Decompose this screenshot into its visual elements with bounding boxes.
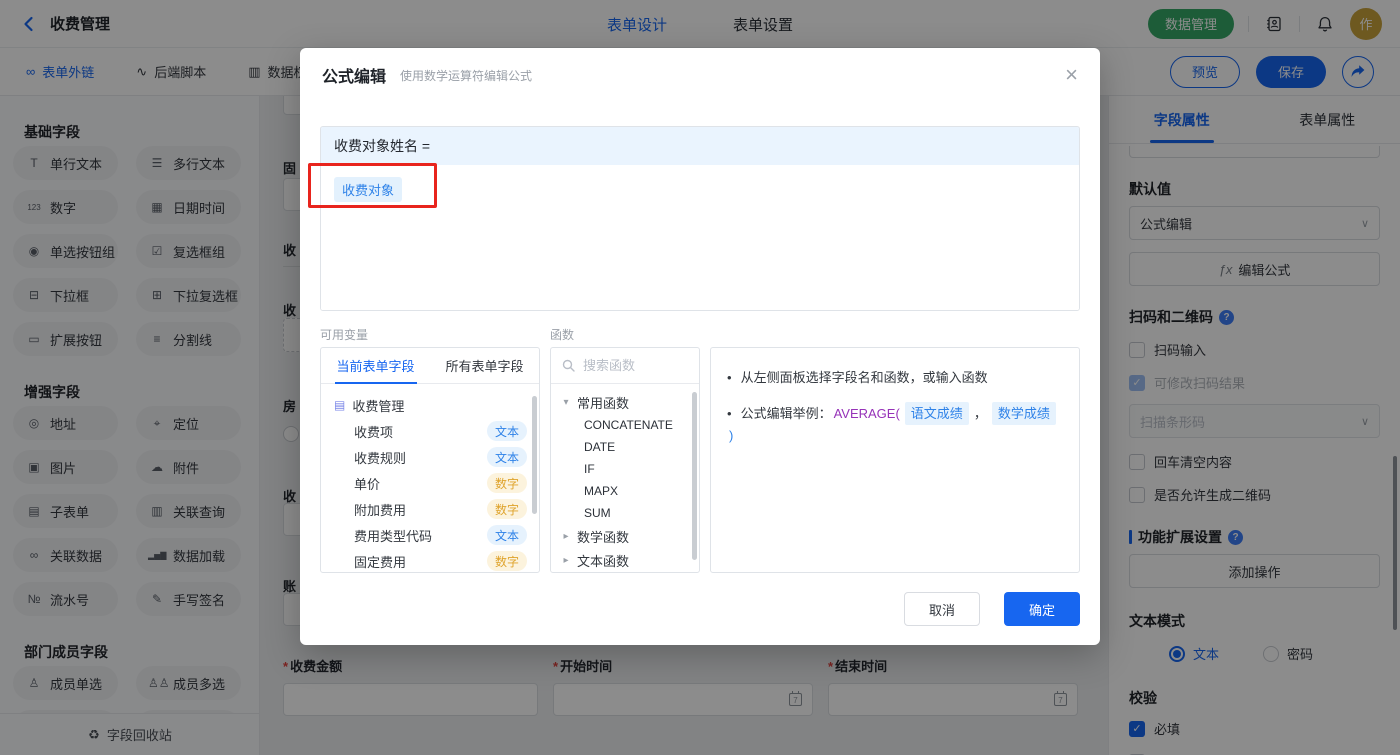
variable-name: 单价 bbox=[354, 476, 381, 492]
modal-subtitle: 使用数学运算符编辑公式 bbox=[400, 68, 533, 83]
cancel-button[interactable]: 取消 bbox=[904, 592, 980, 626]
formula-content-area[interactable]: 收费对象 bbox=[321, 165, 1079, 310]
variable-type-badge: 文本 bbox=[486, 525, 527, 545]
formula-editor-modal: 公式编辑 使用数学运算符编辑公式 × 收费对象姓名 = 收费对象 可用变量 函数… bbox=[300, 48, 1100, 645]
variable-name: 收费项 bbox=[354, 424, 394, 440]
chevron-down-icon: ▾ bbox=[563, 396, 569, 408]
functions-panel: ▾ 常用函数 CONCATENATEDATEIFMAPXSUM ▸ 数学函数 ▸ 文本函数 bbox=[550, 347, 700, 573]
variable-name: 附加费用 bbox=[354, 502, 407, 518]
close-icon[interactable]: × bbox=[1065, 64, 1078, 86]
search-icon bbox=[562, 359, 575, 372]
functions-label: 函数 bbox=[550, 328, 575, 342]
variable-name: 费用类型代码 bbox=[354, 528, 433, 544]
variable-row[interactable]: 附加费用 数字 bbox=[321, 496, 539, 522]
functions-scrollbar-thumb[interactable] bbox=[692, 392, 697, 560]
tab-current-form-fields[interactable]: 当前表单字段 bbox=[321, 348, 430, 383]
function-item[interactable]: DATE bbox=[551, 436, 699, 458]
variable-row[interactable]: 费用类型代码 文本 bbox=[321, 522, 539, 548]
help-close-paren: ) bbox=[729, 428, 734, 443]
chevron-right-icon: ▸ bbox=[563, 554, 569, 566]
formula-field-chip[interactable]: 收费对象 bbox=[334, 177, 403, 202]
tab-all-form-fields[interactable]: 所有表单字段 bbox=[430, 348, 539, 383]
help-comma: ， bbox=[973, 406, 987, 421]
function-item[interactable]: IF bbox=[551, 458, 699, 480]
help-arg-chip: 语文成绩 bbox=[904, 402, 969, 425]
variable-name: 收费规则 bbox=[354, 450, 407, 466]
help-arg-chip: 数学成绩 bbox=[991, 402, 1056, 425]
function-item[interactable]: SUM bbox=[551, 502, 699, 524]
modal-title: 公式编辑 bbox=[322, 69, 387, 86]
formula-help-panel: • 从左侧面板选择字段名和函数，或输入函数 • 公式编辑举例： AVERAGE(… bbox=[710, 347, 1080, 573]
function-group-name: 文本函数 bbox=[577, 553, 630, 569]
help-tip-2-prefix: 公式编辑举例： bbox=[740, 406, 832, 421]
variable-row[interactable]: 固定费用 数字 bbox=[321, 548, 539, 572]
confirm-button[interactable]: 确定 bbox=[1004, 592, 1080, 626]
function-item[interactable]: MAPX bbox=[551, 480, 699, 502]
variable-type-badge: 文本 bbox=[486, 421, 527, 441]
function-item[interactable]: CONCATENATE bbox=[551, 414, 699, 436]
form-tree-node[interactable]: ▤ 收费管理 bbox=[321, 392, 539, 418]
variables-scrollbar-thumb[interactable] bbox=[532, 396, 537, 514]
formula-target-label: 收费对象姓名 = bbox=[321, 127, 1079, 165]
variable-row[interactable]: 收费项 文本 bbox=[321, 418, 539, 444]
variable-type-badge: 文本 bbox=[486, 447, 527, 467]
variable-type-badge: 数字 bbox=[486, 551, 527, 571]
function-search-input[interactable] bbox=[583, 358, 683, 373]
form-name: 收费管理 bbox=[352, 398, 405, 414]
variables-label: 可用变量 bbox=[320, 328, 369, 342]
variable-type-badge: 数字 bbox=[486, 473, 527, 493]
chevron-right-icon: ▸ bbox=[563, 530, 569, 542]
help-tip-1: 从左侧面板选择字段名和函数，或输入函数 bbox=[740, 370, 988, 385]
bullet: • bbox=[727, 370, 732, 385]
function-group[interactable]: ▾ 常用函数 bbox=[551, 390, 699, 414]
help-function-name: AVERAGE( bbox=[833, 406, 900, 421]
form-doc-icon: ▤ bbox=[334, 398, 346, 412]
variable-row[interactable]: 收费规则 文本 bbox=[321, 444, 539, 470]
function-group[interactable]: ▸ 文本函数 bbox=[551, 548, 699, 572]
variable-name: 固定费用 bbox=[354, 554, 407, 570]
function-group-name: 常用函数 bbox=[577, 395, 630, 411]
function-group-name: 数学函数 bbox=[577, 529, 630, 545]
function-search bbox=[551, 348, 699, 384]
variables-panel: 当前表单字段 所有表单字段 ▤ 收费管理 收费项 文本 收费规则 文本 单价 数字 附加费用… bbox=[320, 347, 540, 573]
function-group[interactable]: ▸ 数学函数 bbox=[551, 524, 699, 548]
formula-editor-box: 收费对象姓名 = 收费对象 bbox=[320, 126, 1080, 311]
variable-type-badge: 数字 bbox=[486, 499, 527, 519]
bullet: • bbox=[727, 406, 732, 421]
variable-row[interactable]: 单价 数字 bbox=[321, 470, 539, 496]
